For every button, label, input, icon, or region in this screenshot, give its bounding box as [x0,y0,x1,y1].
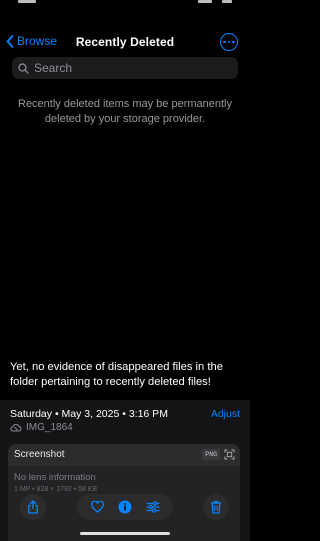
info-button[interactable] [115,497,135,517]
home-indicator [80,532,170,535]
heart-icon [90,501,104,513]
adjust-button[interactable]: Adjust [211,408,240,420]
image-metadata: 1 MP • 828 × 1792 • 58 KB [14,486,98,493]
search-icon [18,62,29,74]
file-row: IMG_1864 [10,422,73,433]
status-indicators-fragment [198,0,212,3]
search-placeholder: Search [34,61,73,75]
favorite-button[interactable] [87,497,107,517]
deletion-notice: Recently deleted items may be permanentl… [18,98,232,125]
more-button[interactable] [220,33,238,51]
status-indicators-fragment [222,0,232,3]
share-icon [28,500,38,514]
metadata-card: Screenshot PNG No lens information 1 MP … [8,444,240,541]
format-badge: PNG [202,449,220,460]
status-bar [0,0,250,10]
action-pill [77,494,173,520]
more-icon-dot [223,40,226,44]
page-title: Recently Deleted [75,35,175,49]
delete-button[interactable] [203,494,229,520]
adjust-icon [146,501,160,513]
share-button[interactable] [20,494,46,520]
bottom-toolbar [0,494,250,520]
adjust-edit-button[interactable] [143,497,163,517]
trash-icon [211,501,221,514]
metadata-card-header: Screenshot PNG [8,444,240,466]
search-input[interactable]: Search [12,57,238,79]
status-time-fragment [18,0,36,3]
info-icon [118,500,132,514]
more-icon-dot [232,40,235,44]
filename: IMG_1864 [26,422,73,433]
more-icon-dot [227,40,231,44]
caption-text: Yet, no evidence of disappeared files in… [10,361,223,388]
navigation-bar: Browse Recently Deleted [0,30,250,56]
live-text-icon[interactable] [224,449,235,460]
cloud-icon [10,424,22,432]
lens-information: No lens information [14,472,96,483]
image-type: Screenshot [14,449,65,460]
photo-date: Saturday • May 3, 2025 • 3:16 PM [10,408,168,420]
